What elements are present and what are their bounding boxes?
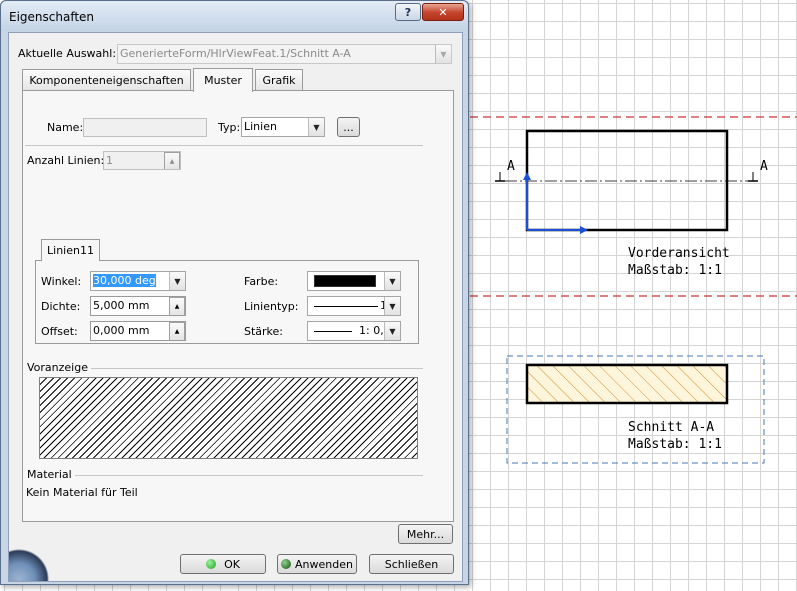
chevron-down-icon: ▼ bbox=[384, 322, 400, 340]
front-view-title: Vorderansicht bbox=[628, 246, 730, 261]
name-label: Name: bbox=[47, 121, 84, 134]
anzahl-spinner: 1 ▲▼ bbox=[103, 151, 181, 170]
dichte-spinner[interactable]: 5,000 mm ▲▼ bbox=[90, 296, 186, 316]
spin-up-icon: ▲ bbox=[169, 322, 185, 340]
linientyp-label: Linientyp: bbox=[244, 300, 299, 313]
close-button[interactable]: Schließen bbox=[369, 554, 454, 574]
ok-button[interactable]: OK bbox=[180, 554, 266, 574]
more-label: Mehr... bbox=[406, 527, 445, 541]
separator bbox=[25, 145, 423, 146]
anzahl-label: Anzahl Linien: bbox=[27, 154, 105, 167]
dialog-title: Eigenschaften bbox=[9, 10, 95, 24]
section-view-title: Schnitt A-A bbox=[628, 420, 715, 435]
front-view-outline bbox=[525, 129, 729, 232]
farbe-select[interactable]: ▼ bbox=[307, 271, 401, 291]
close-label: Schließen bbox=[384, 557, 439, 571]
chevron-down-icon: ▼ bbox=[435, 45, 451, 63]
apply-label: Anwenden bbox=[295, 557, 353, 571]
winkel-label: Winkel: bbox=[41, 275, 82, 288]
dialog-titlebar[interactable]: Eigenschaften ? ✕ bbox=[1, 1, 468, 31]
staerke-value: 1: 0, bbox=[359, 324, 384, 337]
offset-value: 0,000 mm bbox=[93, 324, 150, 337]
name-input bbox=[83, 118, 207, 137]
close-x-icon: ✕ bbox=[438, 5, 448, 19]
selection-combo: GenerierteForm/HlrViewFeat.1/Schnitt A-A… bbox=[117, 44, 452, 64]
chevron-down-icon: ▼ bbox=[384, 297, 400, 315]
color-swatch bbox=[314, 275, 376, 287]
ok-label: OK bbox=[224, 557, 240, 571]
chevron-down-icon: ▼ bbox=[308, 118, 324, 136]
material-separator bbox=[71, 475, 423, 476]
browse-button[interactable]: ... bbox=[337, 117, 360, 137]
offset-label: Offset: bbox=[41, 325, 78, 338]
tab-label: Komponenteneigenschaften bbox=[29, 74, 184, 87]
inner-tab-label: Linien11 bbox=[47, 244, 94, 257]
tab-linien11[interactable]: Linien11 bbox=[41, 239, 100, 261]
typ-value: Linien bbox=[244, 120, 277, 133]
tab-label: Muster bbox=[204, 74, 242, 87]
question-mark-icon: ? bbox=[404, 5, 412, 19]
line-sample bbox=[314, 306, 378, 307]
dark-green-dot-icon bbox=[281, 559, 292, 569]
green-dot-icon bbox=[206, 559, 217, 569]
selection-label: Aktuelle Auswahl: bbox=[18, 47, 117, 60]
winkel-value: 30,000 deg bbox=[93, 274, 156, 287]
close-window-button[interactable]: ✕ bbox=[422, 3, 464, 21]
help-button[interactable]: ? bbox=[395, 3, 421, 21]
selection-value: GenerierteForm/HlrViewFeat.1/Schnitt A-A bbox=[120, 47, 351, 60]
staerke-label: Stärke: bbox=[244, 325, 284, 338]
voranzeige-separator bbox=[83, 368, 423, 369]
section-marker-left: A bbox=[507, 159, 515, 174]
staerke-select[interactable]: 1: 0, ▼ bbox=[307, 321, 401, 341]
dichte-value: 5,000 mm bbox=[93, 299, 150, 312]
tab-grafik[interactable]: Grafik bbox=[255, 69, 303, 91]
thickness-sample bbox=[314, 331, 352, 332]
spinner-buttons: ▲▼ bbox=[164, 152, 180, 169]
tab-muster[interactable]: Muster bbox=[193, 68, 253, 92]
dichte-label: Dichte: bbox=[41, 300, 81, 313]
properties-dialog: Eigenschaften ? ✕ Aktuelle Auswahl: Gene… bbox=[0, 0, 469, 585]
material-label: Material bbox=[27, 468, 75, 481]
chevron-down-icon: ▼ bbox=[169, 272, 185, 290]
section-view-hatched-area bbox=[525, 363, 729, 405]
winkel-combo[interactable]: 30,000 deg ▼ bbox=[90, 271, 186, 291]
typ-select[interactable]: Linien ▼ bbox=[241, 117, 325, 137]
linientyp-select[interactable]: 1 ▼ bbox=[307, 296, 401, 316]
spin-up-icon: ▲ bbox=[164, 152, 180, 169]
apply-button[interactable]: Anwenden bbox=[277, 554, 357, 574]
tab-komponenteneigenschaften[interactable]: Komponenteneigenschaften bbox=[22, 69, 191, 91]
voranzeige-label: Voranzeige bbox=[27, 361, 91, 374]
typ-label: Typ: bbox=[218, 121, 241, 134]
dialog-client: Aktuelle Auswahl: GenerierteForm/HlrView… bbox=[8, 32, 463, 582]
browse-label: ... bbox=[343, 120, 354, 134]
muster-tab-panel: Name: Typ: Linien ▼ ... Anzahl Linien: 1… bbox=[22, 90, 454, 522]
more-button[interactable]: Mehr... bbox=[398, 524, 453, 544]
spinner-buttons[interactable]: ▲▼ bbox=[169, 322, 185, 340]
section-marker-right: A bbox=[760, 159, 768, 174]
farbe-label: Farbe: bbox=[244, 275, 279, 288]
spin-up-icon: ▲ bbox=[169, 297, 185, 315]
globe-icon bbox=[9, 545, 57, 581]
section-view-scale: Maßstab: 1:1 bbox=[628, 437, 722, 452]
tab-label: Grafik bbox=[262, 74, 296, 87]
front-view-scale: Maßstab: 1:1 bbox=[628, 263, 722, 278]
material-value: Kein Material für Teil bbox=[26, 486, 138, 499]
spinner-buttons[interactable]: ▲▼ bbox=[169, 297, 185, 315]
anzahl-value: 1 bbox=[106, 154, 113, 167]
chevron-down-icon: ▼ bbox=[384, 272, 400, 290]
offset-spinner[interactable]: 0,000 mm ▲▼ bbox=[90, 321, 186, 341]
hatch-preview bbox=[39, 377, 418, 459]
